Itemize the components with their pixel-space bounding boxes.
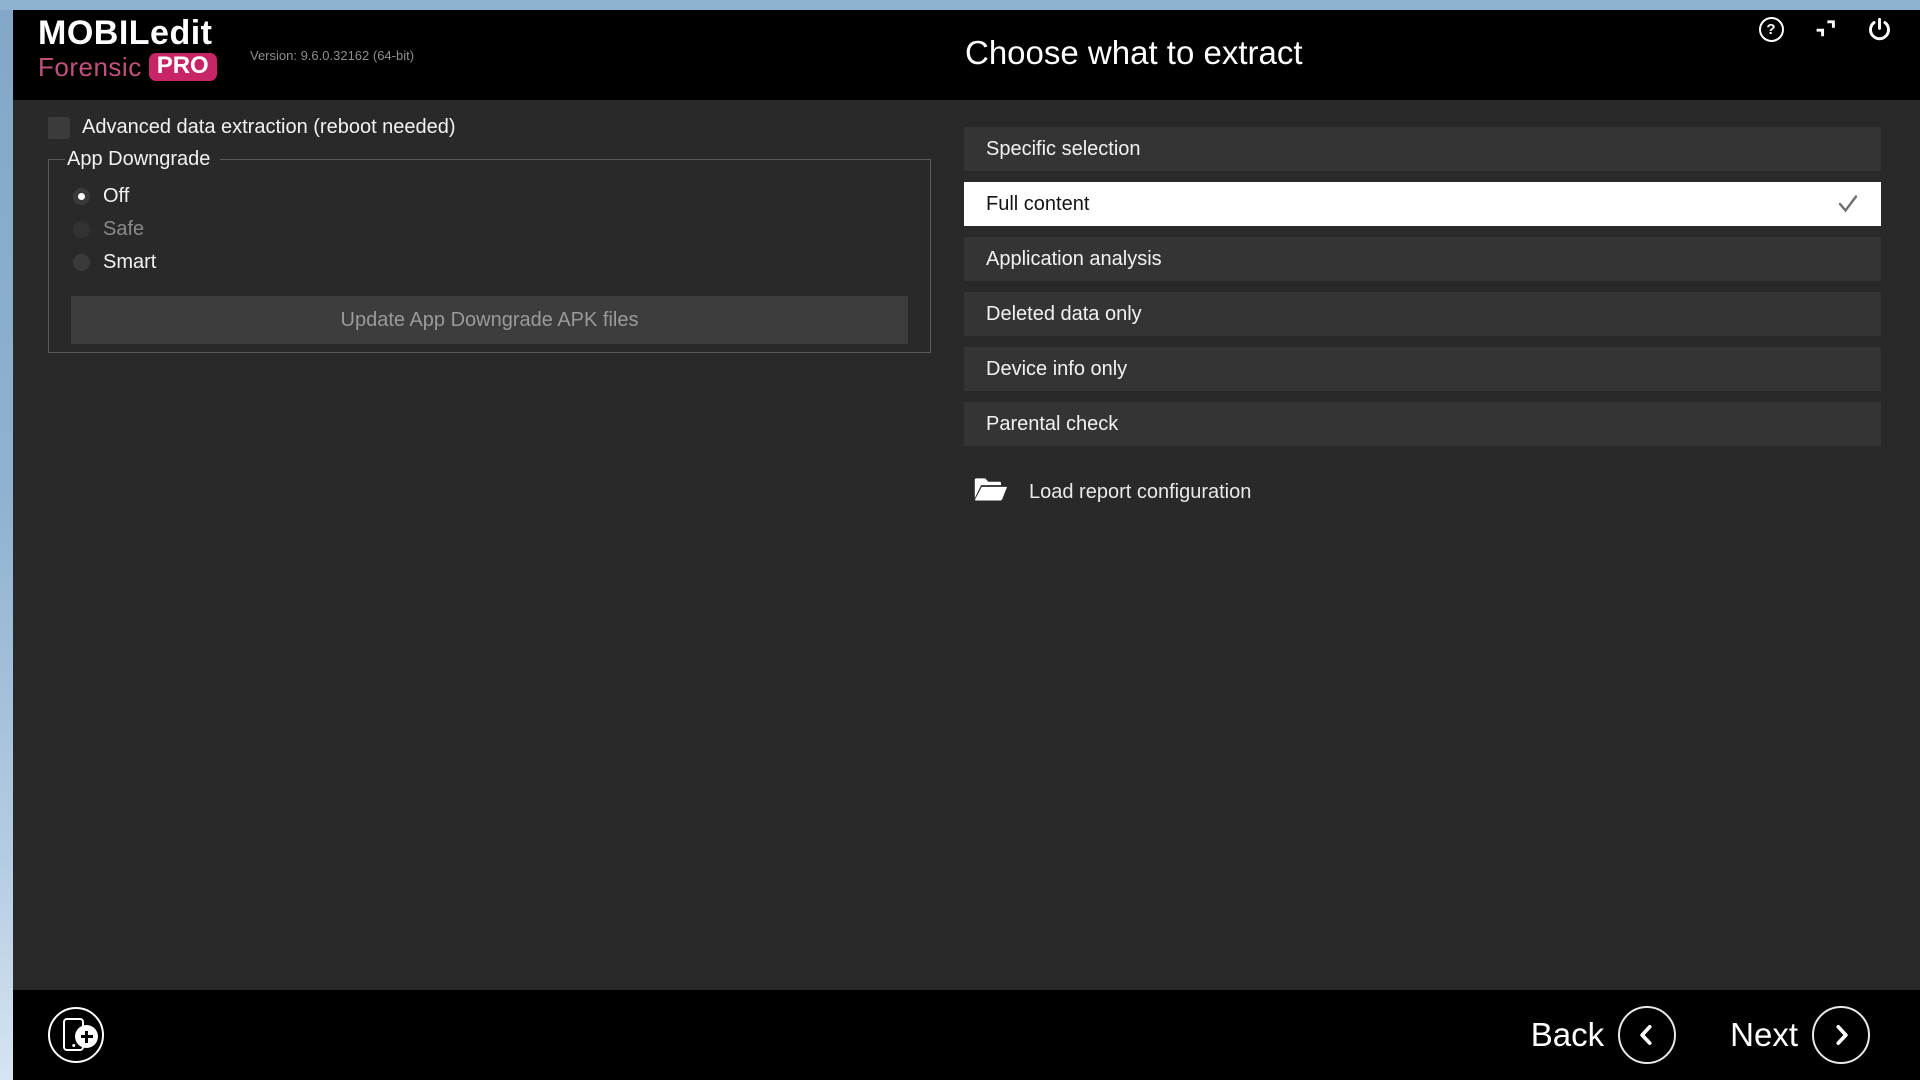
header-bar: MOBILedit Forensic PRO Version: 9.6.0.32…	[13, 10, 1920, 100]
help-icon[interactable]: ?	[1756, 14, 1786, 44]
checkbox-icon[interactable]	[48, 117, 70, 139]
load-report-label: Load report configuration	[1029, 481, 1251, 504]
radio-icon[interactable]	[73, 221, 90, 238]
logo-pro-badge: PRO	[149, 53, 217, 81]
plus-icon	[75, 1025, 98, 1048]
footer-bar: Back Next	[13, 990, 1920, 1080]
main-content: Advanced data extraction (reboot needed)…	[13, 100, 1920, 990]
logo-mobiledit: MOBILedit	[38, 16, 217, 50]
option-deleted-data-only[interactable]: Deleted data only	[964, 292, 1881, 336]
radio-icon[interactable]	[73, 188, 90, 205]
wizard-navigation: Back Next	[1531, 990, 1870, 1080]
next-button[interactable]	[1812, 1006, 1870, 1064]
radio-off[interactable]: Off	[73, 182, 930, 210]
option-parental-check[interactable]: Parental check	[964, 402, 1881, 446]
radio-icon[interactable]	[73, 254, 90, 271]
page-title: Choose what to extract	[965, 34, 1303, 72]
restore-window-icon[interactable]	[1810, 14, 1840, 44]
check-icon	[1837, 194, 1859, 214]
power-icon[interactable]	[1864, 14, 1894, 44]
back-button[interactable]	[1618, 1006, 1676, 1064]
advanced-extraction-checkbox-row[interactable]: Advanced data extraction (reboot needed)	[48, 116, 456, 139]
window-border-top	[0, 0, 1920, 10]
logo-forensic: Forensic	[38, 54, 142, 80]
app-logo: MOBILedit Forensic PRO	[38, 16, 217, 81]
version-text: Version: 9.6.0.32162 (64-bit)	[250, 48, 414, 63]
option-device-info-only[interactable]: Device info only	[964, 347, 1881, 391]
load-report-configuration[interactable]: Load report configuration	[973, 476, 1251, 509]
advanced-extraction-label: Advanced data extraction (reboot needed)	[82, 116, 456, 139]
window-border-left	[0, 10, 13, 1080]
next-button-label[interactable]: Next	[1730, 1016, 1798, 1054]
option-application-analysis[interactable]: Application analysis	[964, 237, 1881, 281]
app-downgrade-group: App Downgrade Off Safe Smart Update App …	[48, 148, 931, 353]
app-downgrade-legend: App Downgrade	[65, 148, 220, 171]
add-device-button[interactable]	[48, 1007, 104, 1063]
radio-safe[interactable]: Safe	[73, 215, 930, 243]
back-button-label[interactable]: Back	[1531, 1016, 1604, 1054]
extract-option-list: Specific selection Full content Applicat…	[964, 127, 1881, 446]
header-icons: ?	[1756, 14, 1894, 44]
radio-smart[interactable]: Smart	[73, 248, 930, 276]
option-specific-selection[interactable]: Specific selection	[964, 127, 1881, 171]
update-apk-button[interactable]: Update App Downgrade APK files	[71, 296, 908, 344]
app-window: MOBILedit Forensic PRO Version: 9.6.0.32…	[13, 10, 1920, 1080]
folder-open-icon	[973, 476, 1009, 509]
option-full-content[interactable]: Full content	[964, 182, 1881, 226]
